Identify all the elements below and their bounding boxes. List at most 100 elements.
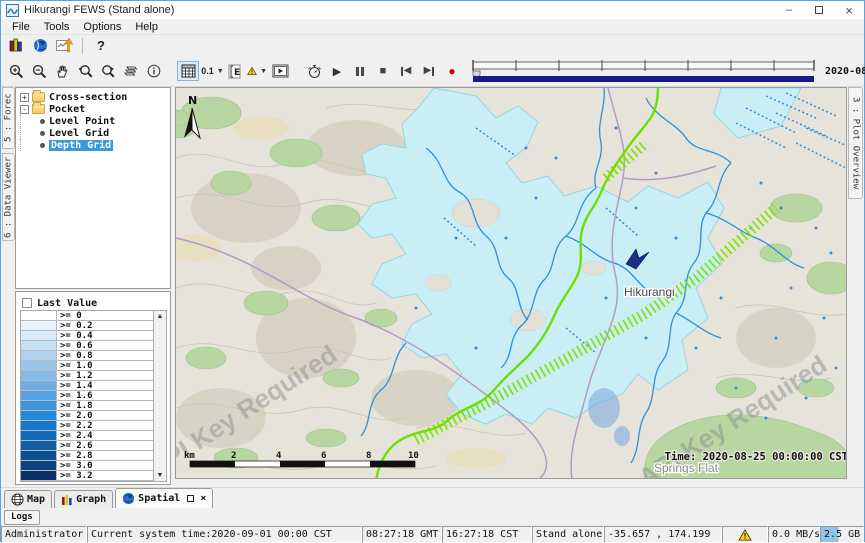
- legend-row: >= 1.4: [21, 381, 153, 391]
- tab-map[interactable]: Map: [4, 490, 52, 508]
- tree-item-pocket[interactable]: - Pocket: [20, 103, 170, 115]
- label-e-icon: E: [228, 64, 241, 79]
- color-swatch: [21, 401, 57, 410]
- grid-display-button[interactable]: [177, 61, 199, 81]
- legend-rows: >= 0 >= 0.2 >= 0.4 >= 0.6 >= 0.8 >= 1.0 …: [21, 311, 153, 481]
- legend-row: >= 0: [21, 311, 153, 321]
- last-value-checkbox[interactable]: [22, 298, 32, 308]
- time-slider[interactable]: [470, 58, 818, 84]
- menu-options[interactable]: Options: [76, 21, 128, 33]
- spatial-display-button[interactable]: [29, 36, 51, 56]
- collapse-icon[interactable]: -: [20, 105, 29, 114]
- zoom-next-button[interactable]: [97, 61, 119, 81]
- tab-graph[interactable]: Graph: [54, 490, 113, 508]
- skip-to-end-button[interactable]: ▶: [418, 61, 440, 81]
- maximize-button[interactable]: [804, 1, 834, 19]
- tree-item-depth-grid[interactable]: Depth Grid: [20, 139, 170, 151]
- map-time-label: Time: 2020-08-25 00:00:00 CST: [665, 451, 847, 463]
- contour-interval-dropdown[interactable]: 0.1 ▼: [200, 61, 222, 81]
- play-button[interactable]: ▶: [326, 61, 348, 81]
- skip-to-start-button[interactable]: ◀: [395, 61, 417, 81]
- maximize-icon: [815, 6, 823, 14]
- tab-spatial[interactable]: Spatial ×: [115, 488, 213, 508]
- expand-icon[interactable]: +: [20, 93, 29, 102]
- menu-file[interactable]: File: [5, 21, 37, 33]
- svg-text:E: E: [234, 68, 240, 78]
- zoom-next-icon: [100, 64, 116, 79]
- stop-button[interactable]: ■: [372, 61, 394, 81]
- layers-button[interactable]: [120, 61, 142, 81]
- info-button[interactable]: [143, 61, 165, 81]
- warnings-dropdown[interactable]: ▼: [246, 61, 268, 81]
- app-logo-icon: [6, 4, 19, 17]
- color-swatch: [21, 341, 57, 350]
- logs-row: Logs: [1, 508, 864, 526]
- record-button[interactable]: ●: [441, 61, 463, 81]
- scroll-up-icon[interactable]: ▲: [157, 311, 164, 322]
- map-toolbar: 0.1 ▼ E ▼ ▶ ■ ◀ ▶ ● 2020-08-25 00:00:00 …: [1, 56, 864, 87]
- status-warning[interactable]: [722, 526, 768, 543]
- help-button[interactable]: ?: [90, 36, 112, 56]
- tree-item-level-grid[interactable]: Level Grid: [20, 127, 170, 139]
- legend-row: >= 2.0: [21, 411, 153, 421]
- pan-button[interactable]: [51, 61, 73, 81]
- color-swatch: [21, 311, 57, 320]
- tab-forecasts[interactable]: 5 : Forec: [2, 87, 15, 149]
- zoom-in-button[interactable]: [5, 61, 27, 81]
- left-tab-strip: 5 : Forec 6 : Data Viewer: [1, 87, 15, 487]
- color-swatch: [21, 421, 57, 430]
- zoom-out-icon: [32, 64, 47, 79]
- help-icon: ?: [97, 38, 105, 53]
- right-tab-strip: 3 : Plot Overview: [847, 87, 864, 487]
- layer-tree: + Cross-section - Pocket Level Point Lev…: [15, 87, 171, 289]
- svg-text:8: 8: [366, 451, 371, 461]
- color-swatch: [21, 371, 57, 380]
- labels-toggle-button[interactable]: E: [223, 61, 245, 81]
- zoom-out-button[interactable]: [28, 61, 50, 81]
- color-swatch: [21, 391, 57, 400]
- slider-datetime: 2020-08-25 00:00:00 CST: [825, 66, 865, 77]
- zoom-in-icon: [9, 64, 24, 79]
- menu-tools[interactable]: Tools: [37, 21, 77, 33]
- legend-row: >= 0.6: [21, 341, 153, 351]
- animation-speed-button[interactable]: [303, 61, 325, 81]
- logs-button[interactable]: Logs: [4, 510, 40, 525]
- minimize-button[interactable]: –: [774, 1, 804, 19]
- animation-window-button[interactable]: [269, 61, 291, 81]
- status-gmt-time: 08:27:18 GMT: [362, 526, 442, 543]
- maximize-panel-icon[interactable]: [187, 495, 194, 502]
- timeline-span-bar: [473, 76, 814, 82]
- tree-item-cross-section[interactable]: + Cross-section: [20, 91, 170, 103]
- legend-row: >= 1.0: [21, 361, 153, 371]
- close-panel-icon[interactable]: ×: [200, 493, 206, 504]
- tab-data-viewer[interactable]: 6 : Data Viewer: [2, 153, 15, 241]
- svg-text:km: km: [184, 451, 195, 461]
- pause-button[interactable]: [349, 61, 371, 81]
- zoom-previous-button[interactable]: [74, 61, 96, 81]
- scroll-down-icon[interactable]: ▼: [157, 470, 164, 481]
- legend-table: >= 0 >= 0.2 >= 0.4 >= 0.6 >= 0.8 >= 1.0 …: [20, 310, 167, 482]
- color-swatch: [21, 441, 57, 450]
- legend-panel: Last Value >= 0 >= 0.2 >= 0.4 >= 0.6 >= …: [15, 291, 171, 485]
- main-area: 5 : Forec 6 : Data Viewer + Cross-sectio…: [1, 87, 864, 487]
- color-swatch: [21, 361, 57, 370]
- menu-help[interactable]: Help: [128, 21, 165, 33]
- chart-up-arrow-icon: [56, 38, 73, 53]
- tab-plot-overview[interactable]: 3 : Plot Overview: [848, 87, 863, 199]
- timeseries-display-button[interactable]: [53, 36, 75, 56]
- stop-icon: ■: [380, 66, 387, 77]
- last-value-label: Last Value: [37, 298, 97, 309]
- warning-icon: [247, 64, 257, 78]
- database-viewer-button[interactable]: [5, 36, 27, 56]
- legend-scrollbar[interactable]: ▲ ▼: [153, 311, 166, 481]
- skip-end-icon: [432, 67, 434, 76]
- tree-item-level-point[interactable]: Level Point: [20, 115, 170, 127]
- legend-row: >= 2.2: [21, 421, 153, 431]
- legend-row: >= 0.8: [21, 351, 153, 361]
- map-viewport[interactable]: API Key Required API Key Required Hikura…: [175, 87, 847, 479]
- color-swatch: [21, 381, 57, 390]
- globe-icon: [122, 492, 135, 505]
- zoom-previous-icon: [77, 64, 93, 79]
- close-button[interactable]: ×: [834, 1, 864, 19]
- color-swatch: [21, 471, 57, 480]
